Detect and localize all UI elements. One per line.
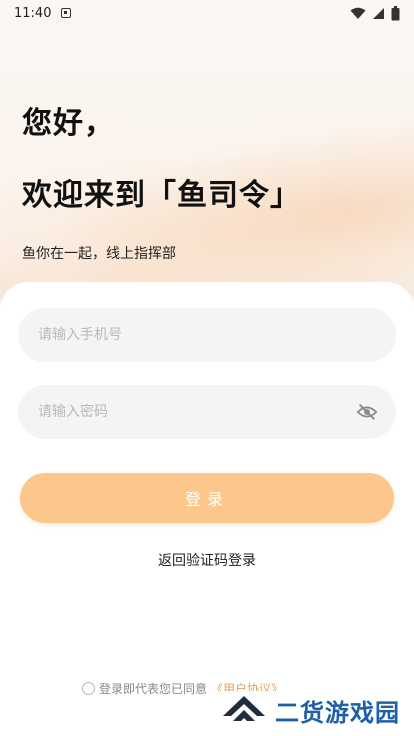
back-to-code-login-link[interactable]: 返回验证码登录	[0, 550, 414, 570]
password-field[interactable]	[18, 385, 396, 439]
agreement-checkbox[interactable]	[82, 682, 95, 695]
status-time: 11:40	[14, 5, 52, 21]
status-left: 11:40	[14, 5, 72, 21]
password-input[interactable]	[36, 403, 340, 421]
agreement-text: 登录即代表您已同意	[99, 682, 208, 696]
login-button[interactable]: 登录	[20, 473, 394, 523]
login-card: 登录 返回验证码登录 登录即代表您已同意 《用户协议》	[0, 282, 414, 736]
welcome-title: 欢迎来到「鱼司令」	[22, 178, 301, 213]
status-bar: 11:40	[0, 0, 414, 26]
watermark: 二货游戏园	[217, 691, 406, 730]
wifi-icon	[350, 7, 366, 19]
phone-field[interactable]	[18, 308, 396, 362]
greeting-title: 您好，	[22, 106, 115, 141]
signal-icon	[373, 7, 384, 19]
app-notification-icon	[61, 8, 72, 18]
phone-input[interactable]	[36, 326, 378, 344]
tagline: 鱼你在一起，线上指挥部	[22, 246, 176, 262]
eye-off-icon[interactable]	[356, 401, 378, 423]
watermark-text: 二货游戏园	[275, 699, 400, 727]
watermark-logo-icon	[223, 695, 265, 721]
login-screen: 11:40 您好， 欢迎来到「鱼司令」 鱼你在一起，线上指挥部 请输入手机号 登…	[0, 0, 414, 736]
status-right	[350, 5, 400, 21]
battery-icon	[391, 5, 400, 20]
